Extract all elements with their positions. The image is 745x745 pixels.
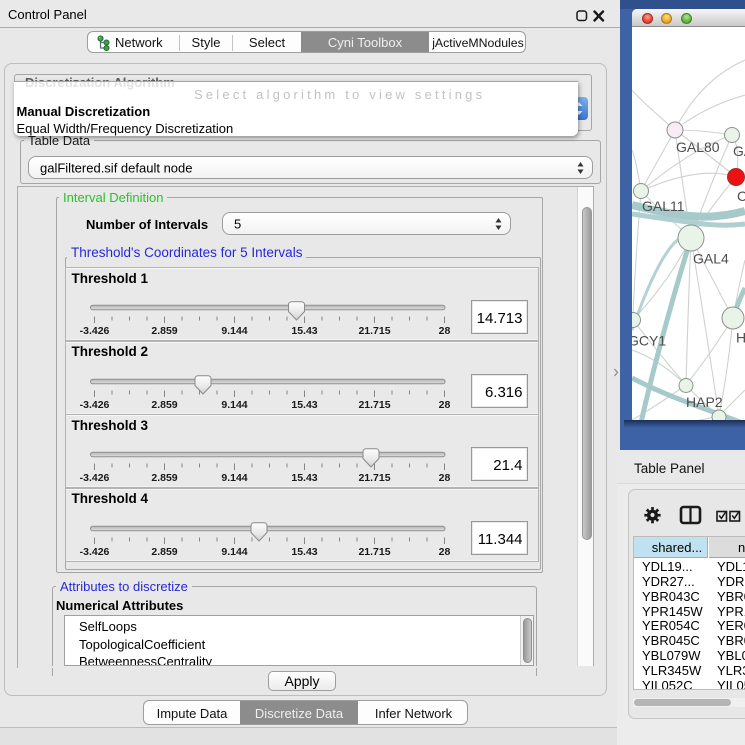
svg-text:15.43: 15.43 [291, 325, 317, 337]
svg-text:28: 28 [438, 546, 450, 558]
svg-text:2.859: 2.859 [151, 399, 177, 411]
svg-text:-3.426: -3.426 [79, 546, 109, 558]
svg-text:GCY1: GCY1 [632, 333, 666, 349]
svg-text:15.43: 15.43 [291, 399, 317, 411]
svg-text:21.715: 21.715 [358, 325, 390, 337]
svg-text:GAL4: GAL4 [693, 251, 729, 267]
svg-text:28: 28 [438, 399, 450, 411]
svg-text:2.859: 2.859 [151, 472, 177, 484]
svg-text:9.144: 9.144 [221, 546, 247, 558]
svg-text:H: H [736, 330, 745, 346]
svg-text:28: 28 [438, 472, 450, 484]
svg-text:9.144: 9.144 [221, 472, 247, 484]
svg-text:C: C [737, 188, 745, 204]
svg-text:HAP2: HAP2 [686, 394, 723, 410]
svg-text:-3.426: -3.426 [79, 325, 109, 337]
svg-text:9.144: 9.144 [221, 325, 247, 337]
svg-text:21.715: 21.715 [358, 472, 390, 484]
svg-text:28: 28 [438, 325, 450, 337]
svg-text:2.859: 2.859 [151, 325, 177, 337]
svg-text:-3.426: -3.426 [79, 399, 109, 411]
svg-text:9.144: 9.144 [221, 399, 247, 411]
svg-text:15.43: 15.43 [291, 546, 317, 558]
svg-text:GAL80: GAL80 [676, 139, 720, 155]
svg-text:GA: GA [733, 143, 745, 159]
svg-text:-3.426: -3.426 [79, 472, 109, 484]
svg-text:2.859: 2.859 [151, 546, 177, 558]
svg-text:15.43: 15.43 [291, 472, 317, 484]
svg-text:GAL11: GAL11 [642, 198, 685, 214]
svg-text:21.715: 21.715 [358, 399, 390, 411]
svg-text:21.715: 21.715 [358, 546, 390, 558]
